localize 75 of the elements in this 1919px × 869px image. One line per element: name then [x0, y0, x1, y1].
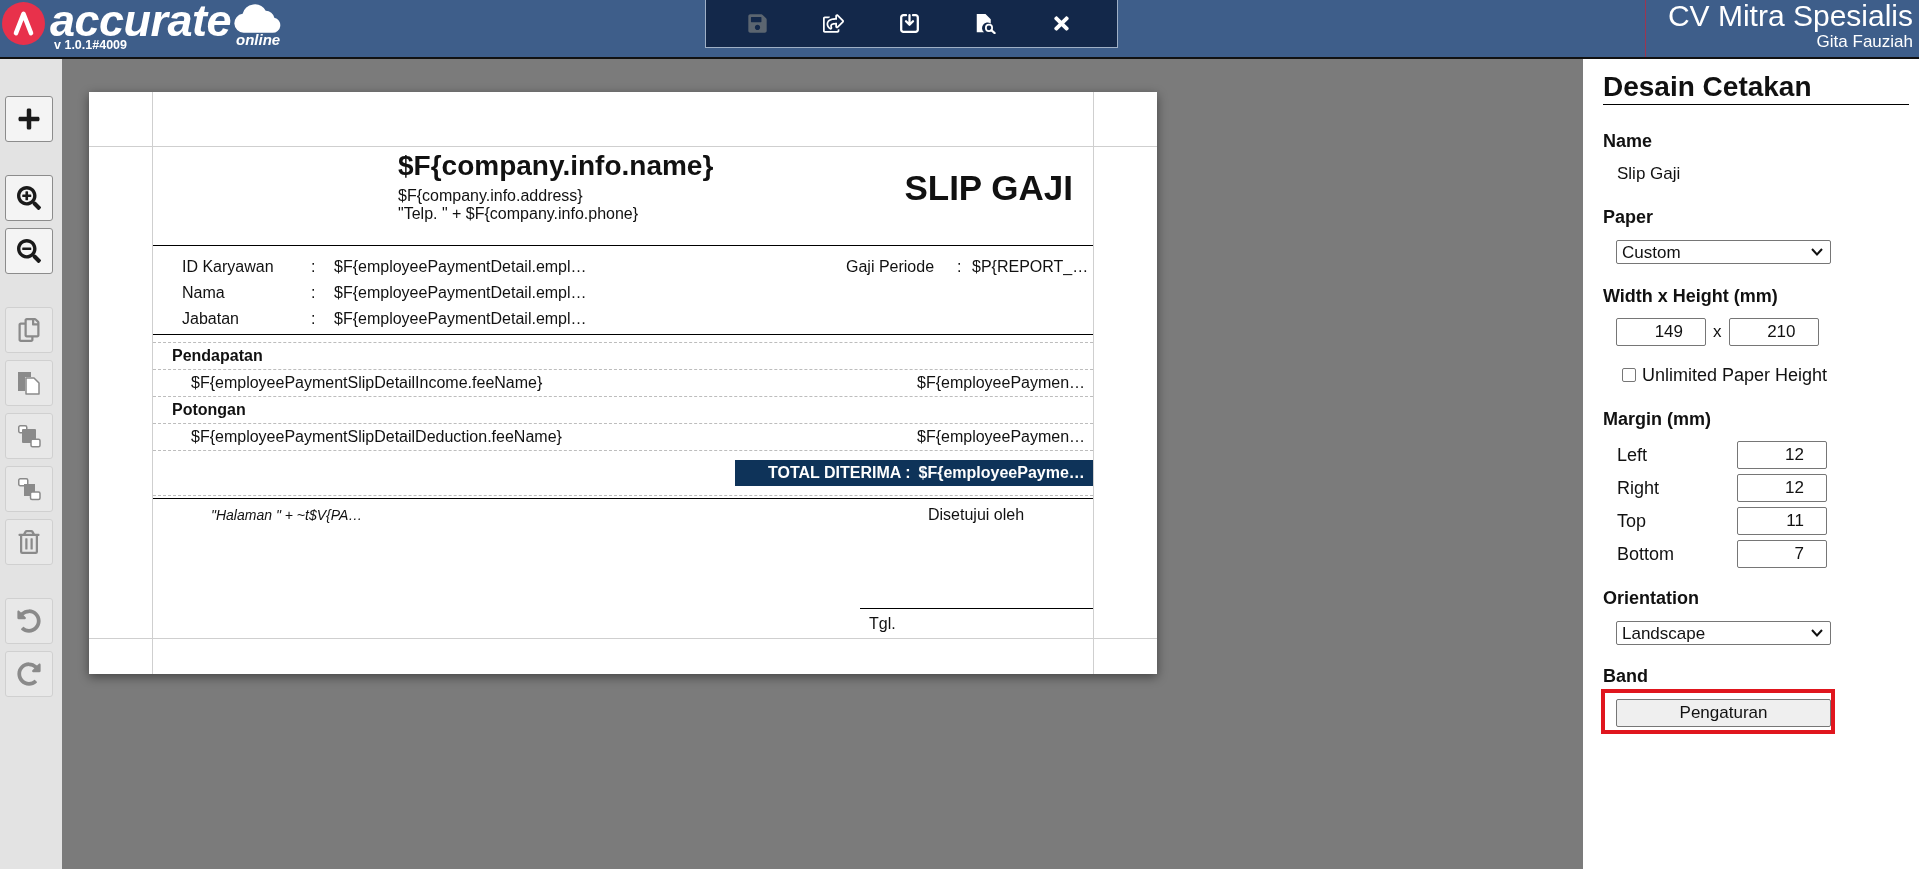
send-to-back-icon — [17, 477, 41, 501]
field-expression: $F{employeePaymentDetail.empl… — [334, 309, 587, 329]
margin-label: Top — [1617, 510, 1647, 531]
date-label: Tgl. — [869, 615, 896, 632]
user-name: Gita Fauziah — [1816, 33, 1913, 51]
detail-expression: $F{employeePaymentSlipDetailDeduction.feeName} — [191, 428, 562, 445]
field-label: Jabatan — [182, 310, 239, 327]
field-expression: $P{REPORT_… — [972, 257, 1089, 277]
field-heading: Band — [1603, 665, 1648, 688]
bring-to-front-icon — [17, 424, 41, 448]
field-colon: : — [311, 310, 316, 327]
logo-icon — [2, 2, 45, 45]
chevron-down-icon — [1811, 248, 1823, 256]
field-colon: : — [311, 284, 316, 301]
approval-label: Disetujui oleh — [928, 506, 1025, 523]
paper-select[interactable]: Custom — [1616, 240, 1831, 264]
field-label: Nama — [182, 284, 225, 301]
chevron-down-icon — [1811, 629, 1823, 637]
margin-input[interactable]: 12 — [1737, 441, 1827, 469]
name-value: Slip Gaji — [1617, 163, 1681, 185]
margin-label: Bottom — [1617, 543, 1675, 564]
height-input[interactable]: 210 — [1728, 318, 1819, 346]
checkbox[interactable] — [1622, 368, 1636, 382]
section-title: Pendapatan — [172, 346, 263, 366]
company-name: CV Mitra Spesialis — [1667, 0, 1913, 32]
settings-button[interactable]: Pengaturan — [1616, 699, 1831, 727]
field-colon: : — [311, 258, 316, 275]
phone-expression: "Telp. " + $F{company.info.phone} — [398, 205, 639, 223]
version-label: v 1.0.1#4009 — [54, 39, 127, 51]
field-heading: Name — [1603, 130, 1653, 153]
zoom-out-icon — [17, 239, 41, 263]
cloud-icon — [234, 2, 283, 33]
margin-input[interactable]: 7 — [1737, 540, 1827, 568]
plus-icon — [17, 107, 41, 131]
amount-expression: $F{employeePaymen… — [917, 427, 1086, 447]
undo-icon — [17, 609, 41, 633]
company-name-expression: $F{company.info.name} — [398, 150, 714, 182]
add-button[interactable] — [5, 96, 53, 142]
margin-label: Left — [1617, 444, 1648, 465]
download-icon — [898, 13, 920, 34]
margin-input[interactable]: 12 — [1737, 474, 1827, 502]
total-label: TOTAL DITERIMA : — [768, 463, 911, 483]
checkbox-label: Unlimited Paper Height — [1642, 364, 1828, 387]
trash-icon — [17, 530, 41, 554]
field-expression: $F{employeePaymentDetail.empl… — [334, 283, 587, 303]
field-colon: : — [957, 258, 962, 275]
zoom-out-button[interactable] — [5, 228, 53, 274]
total-expression: $F{employeePayme… — [918, 463, 1085, 483]
report-title: SLIP GAJI — [904, 168, 1073, 207]
field-expression: $F{employeePaymentDetail.empl… — [334, 257, 587, 277]
section-title: Potongan — [172, 400, 246, 420]
field-label: ID Karyawan — [182, 258, 274, 275]
dimension-separator: x — [1713, 321, 1722, 344]
copy-icon — [17, 318, 41, 342]
logo-tagline: online — [236, 33, 281, 47]
panel-title: Desain Cetakan — [1603, 71, 1812, 102]
width-input[interactable]: 149 — [1616, 318, 1706, 346]
field-label: Gaji Periode — [846, 258, 935, 275]
margin-label: Right — [1617, 477, 1660, 498]
zoom-in-button[interactable] — [5, 175, 53, 221]
field-heading: Margin (mm) — [1603, 408, 1711, 431]
share-icon — [822, 13, 844, 34]
zoom-in-icon — [17, 186, 41, 210]
redo-icon — [17, 662, 41, 686]
page-number-expression: "Halaman " + ~t$V{PA… — [211, 507, 363, 523]
field-heading: Width x Height (mm) — [1603, 285, 1778, 308]
amount-expression: $F{employeePaymen… — [917, 373, 1086, 393]
file-search-icon — [974, 13, 996, 34]
detail-expression: $F{employeePaymentSlipDetailIncome.feeName} — [191, 374, 543, 391]
field-heading: Paper — [1603, 206, 1654, 229]
field-heading: Orientation — [1603, 587, 1699, 610]
paste-icon — [17, 371, 41, 395]
orientation-select[interactable]: Landscape — [1616, 621, 1831, 645]
address-expression: $F{company.info.address} — [398, 187, 583, 205]
margin-input[interactable]: 11 — [1737, 507, 1827, 535]
